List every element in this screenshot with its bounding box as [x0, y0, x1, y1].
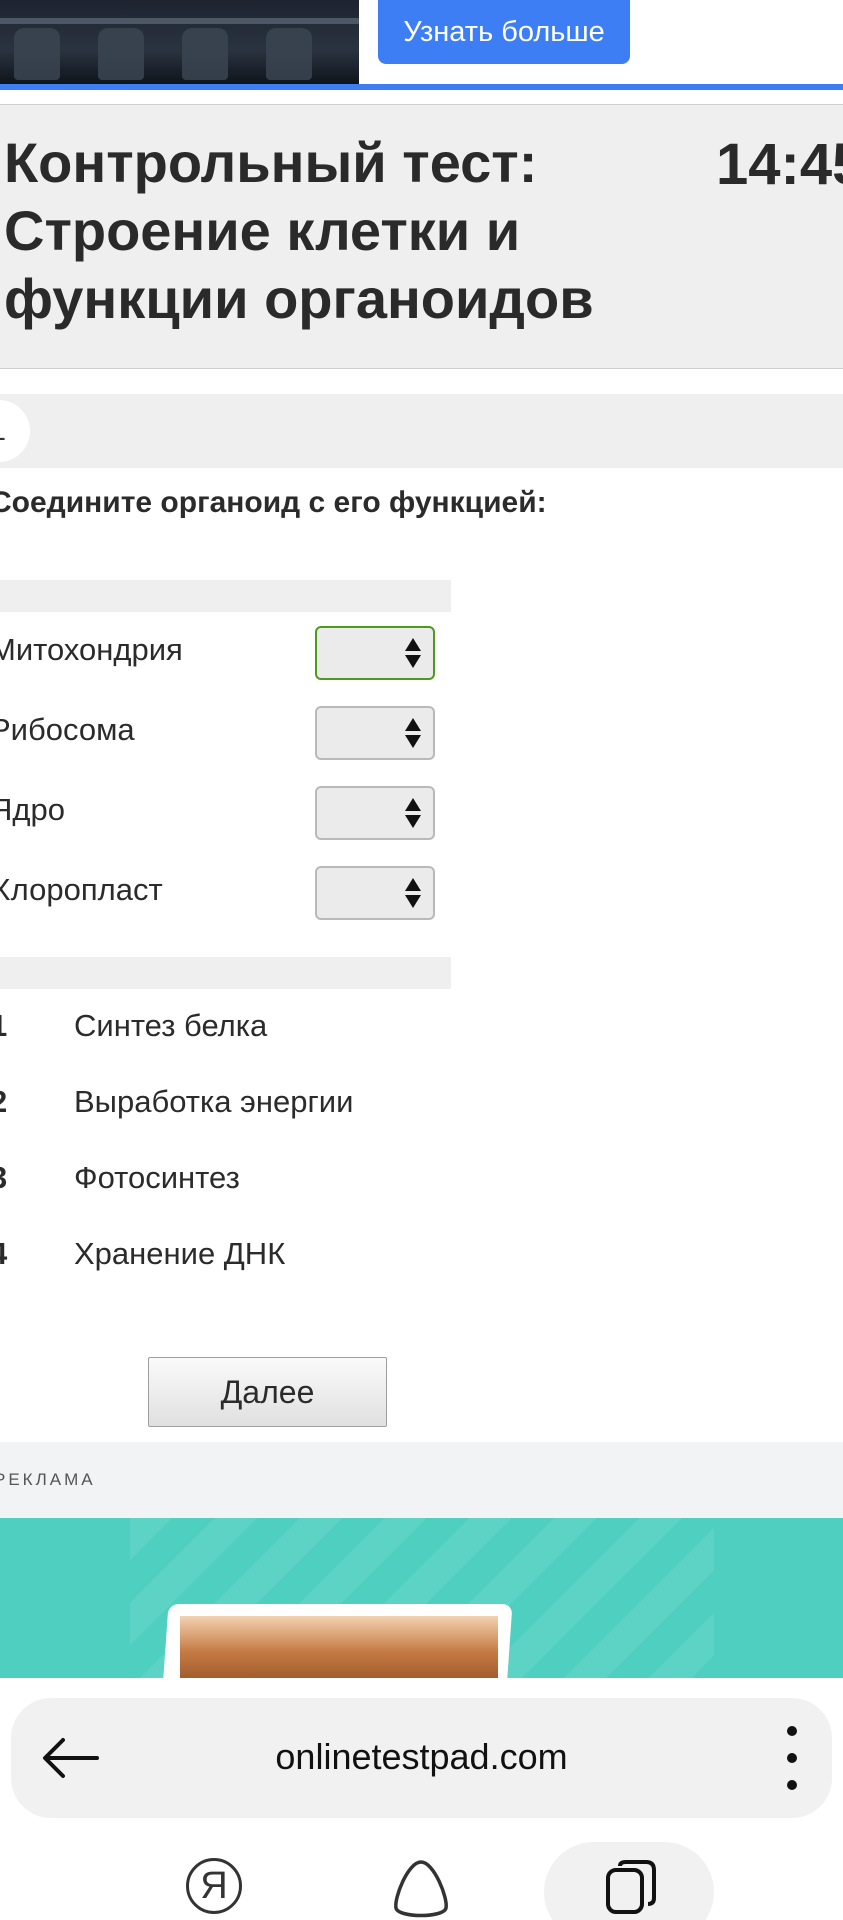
question-text: Соедините органоид с его функцией:	[0, 486, 547, 519]
question-number-bar: 1	[0, 394, 843, 468]
ad-image-chair	[182, 28, 228, 80]
answer-text: Выработка энергии	[74, 1084, 354, 1119]
learn-more-button[interactable]: Узнать больше	[378, 0, 630, 64]
select-arrows-icon	[405, 718, 421, 748]
ad-image[interactable]	[0, 0, 359, 84]
match-row: Рибосома	[0, 692, 451, 772]
match-table-header	[0, 580, 451, 612]
ad-image	[180, 1616, 498, 1678]
organoid-label: Ядро	[0, 792, 65, 827]
answer-item: 1 Синтез белка	[0, 1000, 500, 1060]
more-menu-icon[interactable]	[782, 1726, 802, 1790]
timer: 14:45	[716, 132, 843, 197]
bottom-ad-banner[interactable]	[0, 1518, 843, 1678]
organoid-label: Хлоропласт	[0, 872, 163, 907]
match-select[interactable]	[315, 626, 435, 680]
ad-image-table	[0, 18, 359, 24]
ad-label: РЕКЛАМА	[0, 1470, 96, 1489]
answer-number: 1	[0, 1008, 7, 1044]
organoid-label: Митохондрия	[0, 632, 183, 667]
match-row: Ядро	[0, 772, 451, 852]
test-header: Контрольный тест: Строение клетки и функ…	[0, 104, 843, 369]
browser-toolbar: onlinetestpad.com Я	[0, 1678, 843, 1920]
answer-item: 2 Выработка энергии	[0, 1076, 500, 1136]
tabs-icon[interactable]	[604, 1858, 658, 1916]
test-title: Контрольный тест: Строение клетки и функ…	[4, 131, 594, 330]
answer-number: 4	[0, 1236, 7, 1272]
ad-divider	[0, 84, 843, 90]
next-button[interactable]: Далее	[148, 1357, 387, 1427]
answer-number: 2	[0, 1084, 7, 1120]
answer-number: 3	[0, 1160, 7, 1196]
address-bar[interactable]: onlinetestpad.com	[11, 1698, 832, 1818]
match-row: Хлоропласт	[0, 852, 451, 932]
answer-item: 4 Хранение ДНК	[0, 1228, 500, 1288]
select-arrows-icon	[405, 878, 421, 908]
match-select[interactable]	[315, 786, 435, 840]
match-table-footer	[0, 957, 451, 989]
ad-image-chair	[266, 28, 312, 80]
answer-item: 3 Фотосинтез	[0, 1152, 500, 1212]
ad-label-strip: РЕКЛАМА	[0, 1442, 843, 1518]
answer-text: Фотосинтез	[74, 1160, 240, 1195]
url-text[interactable]: onlinetestpad.com	[11, 1736, 832, 1778]
top-ad-banner[interactable]: Узнать больше	[0, 0, 843, 86]
select-arrows-icon	[405, 638, 421, 668]
organoid-label: Рибосома	[0, 712, 135, 747]
ad-image-chair	[14, 28, 60, 80]
answer-text: Синтез белка	[74, 1008, 268, 1043]
match-select[interactable]	[315, 706, 435, 760]
ad-image-chair	[98, 28, 144, 80]
answer-text: Хранение ДНК	[74, 1236, 286, 1271]
match-row: Митохондрия	[0, 612, 451, 692]
question-number-badge: 1	[0, 400, 30, 462]
alice-assistant-icon[interactable]	[392, 1858, 450, 1920]
match-select[interactable]	[315, 866, 435, 920]
select-arrows-icon	[405, 798, 421, 828]
yandex-icon[interactable]: Я	[186, 1858, 242, 1914]
